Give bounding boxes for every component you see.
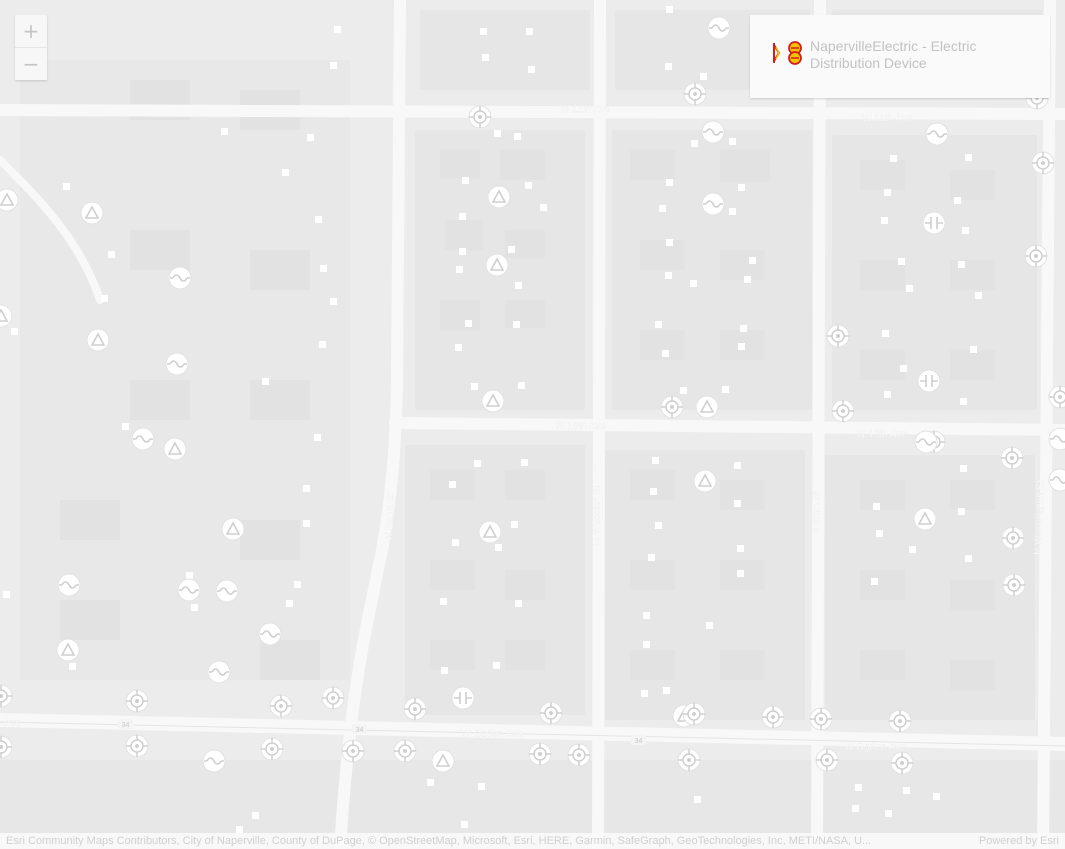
device-marker-fuse-icon[interactable] [258,622,282,646]
street-label-w11th: W 11th Ave [560,104,611,115]
device-marker-switch-icon[interactable] [403,697,427,721]
device-marker-fuse-icon[interactable] [707,16,731,40]
device-marker-triangle-icon[interactable] [913,507,937,531]
device-marker-switch-icon[interactable] [468,105,492,129]
device-marker-triangle-icon[interactable] [695,395,719,419]
device-marker-switch-icon[interactable] [1031,151,1055,175]
route-shield-label: 34 [356,727,364,734]
device-marker-triangle-icon[interactable] [431,749,455,773]
device-marker-switch-icon[interactable] [125,689,149,713]
device-marker-switch-icon[interactable] [269,694,293,718]
zoom-control: + − [15,15,47,80]
device-marker-fuse-icon[interactable] [207,660,231,684]
device-marker-fuse-icon[interactable] [168,266,192,290]
device-marker-triangle-icon[interactable] [221,517,245,541]
device-marker-fuse-icon[interactable] [165,352,189,376]
device-marker-switch-icon[interactable] [567,743,591,767]
street-label-ogden: W Ogden Ave [461,729,523,740]
device-marker-switch-icon[interactable] [125,734,149,758]
route-shield-label: 34 [122,722,130,729]
electric-device-legend-icon [773,41,802,65]
legend-layer-label: NapervilleElectric - Electric Distributi… [810,38,977,71]
street-label-eagle: N Eagle St [384,492,397,540]
device-marker-triangle-icon[interactable] [485,253,509,277]
device-marker-switch-icon[interactable] [677,748,701,772]
device-marker-switch-icon[interactable] [321,686,345,710]
device-marker-switch-icon[interactable] [393,739,417,763]
device-marker-triangle-icon[interactable] [487,185,511,209]
device-marker-switch-icon[interactable] [815,748,839,772]
device-marker-switch-icon[interactable] [1002,573,1026,597]
device-marker-triangle-icon[interactable] [80,201,104,225]
device-marker-switch-icon[interactable] [890,751,914,775]
zoom-out-button[interactable]: − [15,47,47,80]
device-marker-switch-icon[interactable] [539,701,563,725]
device-marker-triangle-icon[interactable] [0,188,19,212]
device-marker-switch-icon[interactable] [761,705,785,729]
attribution-text[interactable]: Esri Community Maps Contributors, City o… [6,835,871,847]
legend-panel: NapervilleElectric - Electric Distributi… [750,15,1050,98]
street-label-w10th: W 10th Ave [555,421,606,432]
device-marker-capacitor-icon[interactable] [922,211,946,235]
street-label-main: N Main St [811,491,822,535]
device-marker-switch-icon[interactable] [831,399,855,423]
device-marker-fuse-icon[interactable] [925,122,949,146]
device-marker-switch-icon[interactable] [888,709,912,733]
device-marker-switch-icon[interactable] [260,737,284,761]
device-marker-triangle-icon[interactable] [56,638,80,662]
street-label-ogden-east: W Ogden Ave [844,742,906,753]
powered-by-esri-link[interactable]: Powered by Esri [979,835,1059,847]
device-marker-triangle-icon[interactable] [163,437,187,461]
device-marker-fuse-icon[interactable] [202,749,226,773]
street-label-w11th-east: W 11th Ave [862,113,913,124]
device-marker-switch-icon[interactable] [683,82,707,106]
device-marker-switch-icon[interactable] [826,324,850,348]
device-marker-switch-icon[interactable] [809,707,833,731]
device-marker-triangle-icon[interactable] [478,520,502,544]
device-marker-fuse-icon[interactable] [177,578,201,602]
device-marker-capacitor-icon[interactable] [917,369,941,393]
device-marker-capacitor-icon[interactable] [451,686,475,710]
device-marker-triangle-icon[interactable] [693,469,717,493]
device-marker-switch-icon[interactable] [682,702,706,726]
attribution-bar: Esri Community Maps Contributors, City o… [0,833,1065,849]
device-marker-switch-icon[interactable] [1001,526,1025,550]
device-marker-fuse-icon[interactable] [215,579,239,603]
device-marker-fuse-icon[interactable] [914,430,938,454]
device-marker-switch-icon[interactable] [341,739,365,763]
device-marker-triangle-icon[interactable] [481,389,505,413]
street-label-webster: N Webster St [592,486,603,545]
zoom-in-button[interactable]: + [15,15,47,47]
device-marker-triangle-icon[interactable] [86,328,110,352]
device-marker-fuse-icon[interactable] [57,573,81,597]
device-marker-switch-icon[interactable] [660,395,684,419]
street-label-ogden-west: Ave [4,718,21,729]
route-shield-label: 34 [635,738,643,745]
device-marker-switch-icon[interactable] [1024,244,1048,268]
street-label-w10th-east: W 10th Ave [856,429,907,440]
device-marker-switch-icon[interactable] [528,742,552,766]
device-marker-fuse-icon[interactable] [701,120,725,144]
device-marker-switch-icon[interactable] [1000,446,1024,470]
device-marker-fuse-icon[interactable] [131,427,155,451]
basemap[interactable]: W 11th Ave W 11th Ave W 10th Ave W 10th … [0,0,1065,849]
device-marker-fuse-icon[interactable] [701,192,725,216]
